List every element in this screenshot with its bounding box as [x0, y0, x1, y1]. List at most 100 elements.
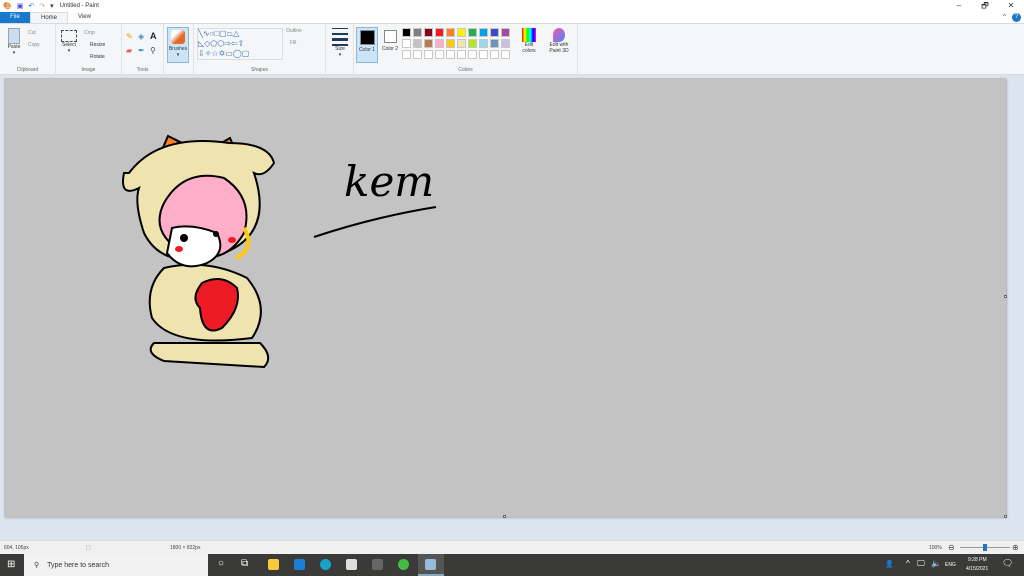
fill-button[interactable]: Fill: [290, 40, 296, 46]
rotate-button[interactable]: Rotate: [90, 54, 105, 60]
palette-swatch[interactable]: [446, 28, 455, 37]
minimize-button[interactable]: –: [946, 0, 972, 12]
custom-color-slot[interactable]: [413, 50, 422, 59]
size-button[interactable]: Size ▾: [330, 28, 350, 58]
file-explorer-icon[interactable]: [268, 559, 279, 570]
cut-button[interactable]: Cut: [28, 30, 36, 36]
language-indicator[interactable]: ENG: [945, 562, 956, 568]
palette-swatch[interactable]: [413, 39, 422, 48]
palette-swatch[interactable]: [435, 28, 444, 37]
zoom-out-button[interactable]: ⊖: [948, 543, 955, 552]
palette-swatch[interactable]: [468, 28, 477, 37]
resize-button[interactable]: Resize: [90, 42, 105, 48]
palette-swatch[interactable]: [435, 39, 444, 48]
custom-color-slot[interactable]: [402, 50, 411, 59]
select-button[interactable]: Select ▾: [60, 30, 78, 54]
image-label: Image: [81, 67, 96, 73]
palette-swatch[interactable]: [424, 28, 433, 37]
pencil-icon[interactable]: ✎: [126, 32, 133, 41]
palette-swatch[interactable]: [468, 39, 477, 48]
start-button[interactable]: ⊞: [7, 559, 15, 570]
cursor-position: 604, 105px: [4, 545, 29, 551]
palette-swatch[interactable]: [402, 39, 411, 48]
custom-color-slot[interactable]: [446, 50, 455, 59]
custom-color-slot[interactable]: [457, 50, 466, 59]
brushes-button[interactable]: Brushes ▾: [167, 27, 189, 63]
custom-color-slot[interactable]: [501, 50, 510, 59]
palette-swatch[interactable]: [457, 39, 466, 48]
palette-swatch[interactable]: [501, 28, 510, 37]
palette-swatch[interactable]: [424, 39, 433, 48]
fill-icon[interactable]: ◈: [138, 32, 144, 41]
palette-swatch[interactable]: [479, 28, 488, 37]
custom-color-slot[interactable]: [424, 50, 433, 59]
shapes-gallery[interactable]: ╲∿○□▢⏢△ ◺◇⬠⬡⇨⇦⇧ ⇩✧☆✡▭◯▢: [197, 28, 283, 60]
save-icon[interactable]: ▣: [17, 2, 24, 10]
palette-swatch[interactable]: [501, 39, 510, 48]
volume-icon[interactable]: 🔈: [931, 559, 941, 568]
game-app-icon[interactable]: [398, 559, 409, 570]
people-icon[interactable]: 👤: [885, 560, 894, 568]
network-icon[interactable]: 🖵: [917, 559, 925, 569]
zoom-in-button[interactable]: ⊕: [1012, 543, 1019, 552]
outline-button[interactable]: Outline: [286, 28, 302, 34]
select-icon: [61, 30, 77, 42]
eraser-icon[interactable]: ▰: [126, 46, 132, 55]
resize-handle-corner[interactable]: [1004, 515, 1007, 518]
paste-button[interactable]: Paste ▾: [4, 28, 24, 56]
customize-quick-access-icon[interactable]: ▾: [50, 2, 54, 10]
custom-color-slot[interactable]: [490, 50, 499, 59]
paint3d-icon: [553, 28, 565, 42]
close-button[interactable]: ✕: [998, 0, 1024, 12]
maximize-button[interactable]: 🗗: [972, 0, 998, 12]
store-icon[interactable]: [346, 559, 357, 570]
palette-swatch[interactable]: [457, 28, 466, 37]
custom-color-slot[interactable]: [479, 50, 488, 59]
edge-icon[interactable]: [320, 559, 331, 570]
tray-chevron-icon[interactable]: ^: [906, 559, 910, 568]
palette-swatch[interactable]: [490, 28, 499, 37]
palette-swatch[interactable]: [479, 39, 488, 48]
custom-color-slot[interactable]: [468, 50, 477, 59]
help-icon[interactable]: ?: [1012, 13, 1021, 22]
tab-file[interactable]: File: [0, 12, 30, 23]
zoom-slider-thumb[interactable]: [983, 544, 987, 551]
palette-swatch[interactable]: [402, 28, 411, 37]
resize-handle-right[interactable]: [1004, 295, 1007, 298]
clock-date[interactable]: 4/15/2021: [966, 566, 988, 572]
palette-swatch[interactable]: [490, 39, 499, 48]
tab-home[interactable]: Home: [30, 12, 69, 23]
text-icon[interactable]: A: [150, 31, 157, 41]
shapes-label: Shapes: [251, 67, 268, 73]
copy-button[interactable]: Copy: [28, 42, 40, 48]
clock-time[interactable]: 9:28 PM: [968, 557, 987, 563]
edit-with-paint3d-button[interactable]: Edit with Paint 3D: [544, 28, 574, 54]
edit-colors-button[interactable]: Edit colors: [518, 28, 540, 54]
color1-button[interactable]: Color 1: [356, 27, 378, 63]
brushes-group: Brushes ▾: [164, 24, 194, 75]
palette-swatch[interactable]: [413, 28, 422, 37]
redo-icon[interactable]: ↷: [39, 2, 45, 10]
taskbar-search[interactable]: ⚲ Type here to search: [24, 554, 208, 576]
cortana-icon[interactable]: ○: [218, 558, 224, 569]
undo-icon[interactable]: ↶: [28, 2, 34, 10]
task-view-icon[interactable]: ⧉: [241, 558, 248, 569]
camera-app-icon[interactable]: [372, 559, 383, 570]
clipboard-label: Clipboard: [16, 67, 39, 73]
mail-icon[interactable]: [294, 559, 305, 570]
palette-swatch[interactable]: [446, 39, 455, 48]
collapse-ribbon-icon[interactable]: ^: [1003, 14, 1006, 20]
clipboard-icon: [8, 28, 20, 44]
drawing-canvas[interactable]: kem: [4, 78, 1006, 517]
shapes-group: ╲∿○□▢⏢△ ◺◇⬠⬡⇨⇦⇧ ⇩✧☆✡▭◯▢ Outline Fill Shape…: [194, 24, 326, 75]
tab-view[interactable]: View: [68, 12, 101, 23]
color2-button[interactable]: Color 2: [380, 27, 400, 52]
notifications-icon[interactable]: 🗨: [1002, 558, 1013, 569]
resize-handle-bottom[interactable]: [503, 515, 506, 518]
crop-button[interactable]: Crop: [84, 30, 95, 36]
custom-color-slot[interactable]: [435, 50, 444, 59]
color-picker-icon[interactable]: ✒: [138, 46, 145, 55]
magnifier-icon[interactable]: ⚲: [150, 46, 156, 55]
zoom-level: 100%: [929, 545, 942, 551]
paint-taskbar-button[interactable]: [418, 554, 444, 576]
